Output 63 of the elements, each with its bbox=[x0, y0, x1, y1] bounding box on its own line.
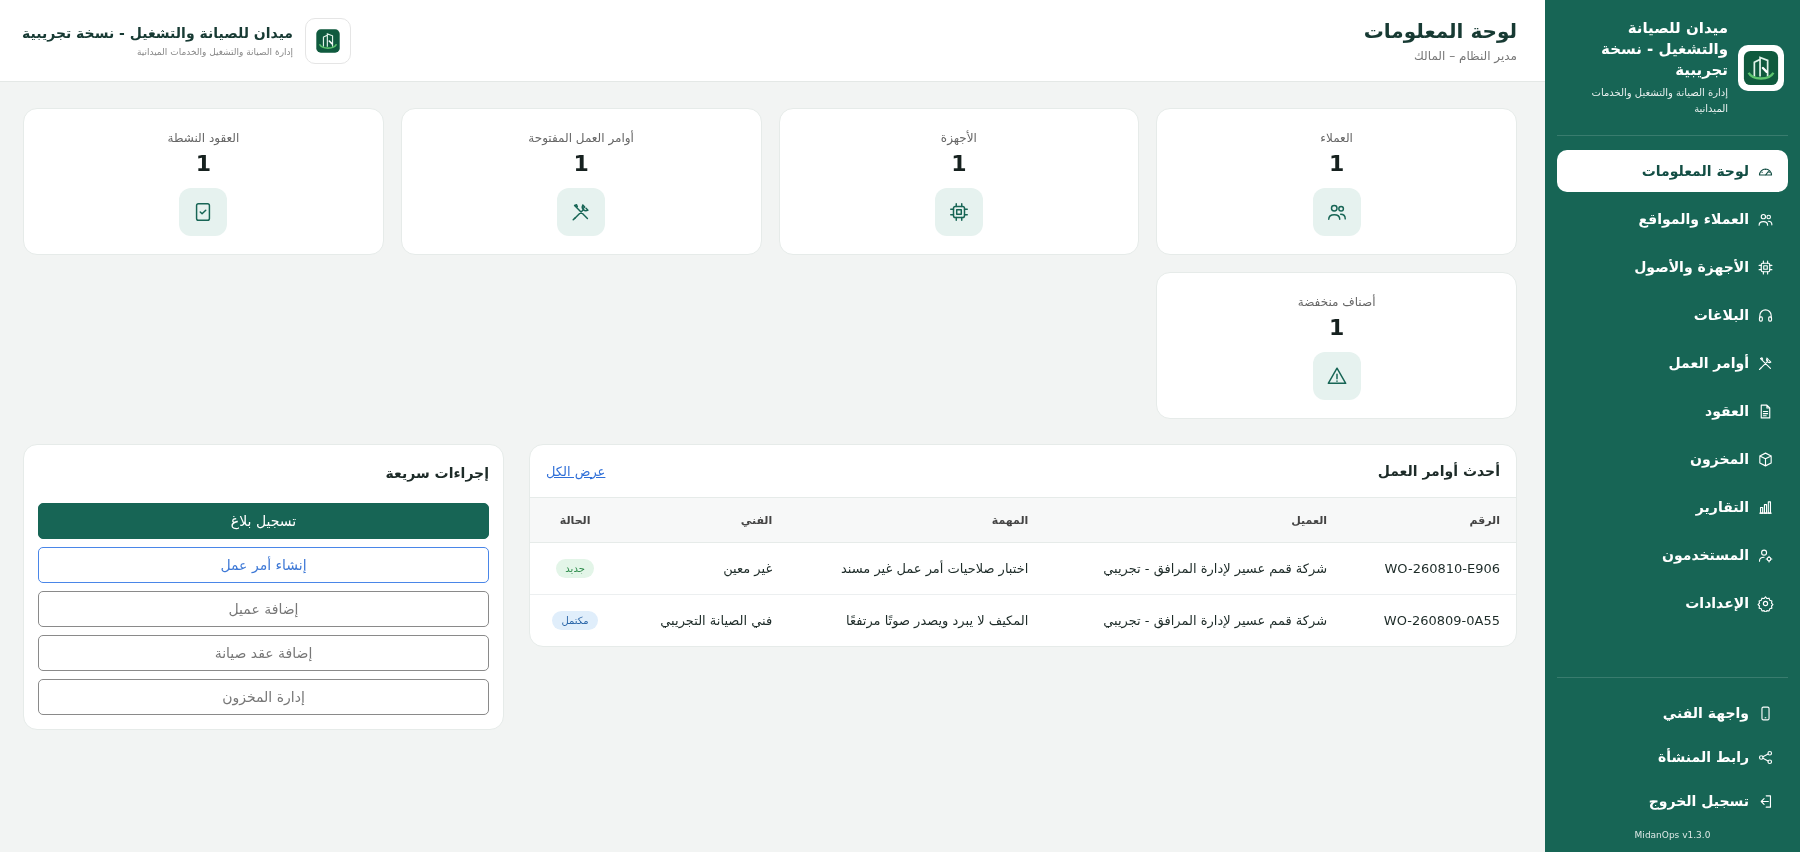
nav-item[interactable]: لوحة المعلومات bbox=[1557, 150, 1788, 192]
page-title: لوحة المعلومات bbox=[1363, 18, 1517, 43]
nav-item[interactable]: المستخدمون bbox=[1557, 534, 1788, 576]
stat-value: 1 bbox=[1328, 151, 1345, 176]
brand-title: ميدان للصيانة والتشغيل - نسخة تجريبية bbox=[22, 24, 294, 41]
table-cell: WO-260809-0A55 bbox=[1343, 594, 1516, 646]
action-button[interactable]: تسجيل بلاغ bbox=[38, 503, 489, 539]
brand-subtitle: إدارة الصيانة والتشغيل والخدمات الميدانية bbox=[1590, 86, 1728, 116]
logo-icon bbox=[315, 27, 342, 54]
stat-label: العقود النشطة bbox=[167, 131, 240, 145]
view-all-link[interactable]: عرض الكل bbox=[546, 463, 606, 479]
nav-item[interactable]: التقارير bbox=[1557, 486, 1788, 528]
stat-value: 1 bbox=[951, 151, 967, 176]
brand-subtitle: إدارة الصيانة والتشغيل والخدمات الميدانية bbox=[135, 46, 294, 57]
nav-item[interactable]: المخزون bbox=[1557, 438, 1788, 480]
brand-title: ميدان للصيانة والتشغيل - نسخة تجريبية bbox=[1600, 18, 1728, 81]
stat-value: 1 bbox=[1328, 315, 1345, 340]
warning-icon bbox=[1325, 365, 1348, 387]
table-cell: WO-260810-E906 bbox=[1343, 542, 1516, 595]
column-header: الرقم bbox=[1343, 497, 1516, 543]
nav-item[interactable]: العملاء والمواقع bbox=[1557, 198, 1788, 240]
stat-label: الأجهزة bbox=[940, 131, 977, 145]
stat-label: أوامر العمل المفتوحة bbox=[528, 131, 634, 145]
table-cell: فني الصيانة التجريبي bbox=[620, 594, 789, 646]
stat-label: العملاء bbox=[1320, 131, 1353, 145]
tools-icon bbox=[1757, 354, 1774, 372]
nav-item[interactable]: الإعدادات bbox=[1557, 582, 1788, 624]
bar-chart-icon bbox=[1757, 498, 1774, 516]
nav-item[interactable]: العقود bbox=[1557, 390, 1788, 432]
card-title: إجراءات سريعة bbox=[384, 465, 489, 481]
column-header: العميل bbox=[1044, 497, 1344, 543]
action-button[interactable]: إضافة عقد صيانة bbox=[38, 635, 489, 671]
nav-item[interactable]: الأجهزة والأصول bbox=[1557, 246, 1788, 288]
table-cell: غير معين bbox=[620, 542, 789, 595]
table-cell: شركة قمم عسير لإدارة المرافق - تجريبي bbox=[1044, 542, 1344, 595]
page-subtitle: مدير النظام – المالك bbox=[1412, 48, 1517, 63]
stat-label: أصناف منخفضة bbox=[1297, 295, 1376, 309]
nav-item[interactable]: واجهة الفني bbox=[1557, 692, 1788, 734]
nav-item[interactable]: تسجيل الخروج bbox=[1557, 780, 1788, 822]
table-cell: شركة قمم عسير لإدارة المرافق - تجريبي bbox=[1044, 594, 1344, 646]
headset-icon bbox=[1757, 306, 1774, 324]
nav-item[interactable]: أوامر العمل bbox=[1557, 342, 1788, 384]
version-label: MidanOps v1.3.0 bbox=[1633, 829, 1712, 842]
column-header: الحالة bbox=[530, 497, 621, 543]
table-cell: اختبار صلاحيات أمر عمل غير مسند bbox=[788, 542, 1045, 595]
settings-icon bbox=[1757, 594, 1774, 612]
nav-item[interactable]: رابط المنشأة bbox=[1557, 736, 1788, 778]
status-badge: جديد bbox=[556, 559, 594, 578]
action-button[interactable]: إنشاء أمر عمل bbox=[38, 547, 489, 583]
action-button[interactable]: إدارة المخزون bbox=[38, 679, 489, 715]
box-icon bbox=[1757, 450, 1774, 468]
column-header: الفني bbox=[620, 497, 789, 543]
stat-value: 1 bbox=[195, 151, 212, 176]
nav-item[interactable]: البلاغات bbox=[1557, 294, 1788, 336]
card-title: أحدث أوامر العمل bbox=[1377, 463, 1500, 479]
chip-icon bbox=[1757, 258, 1774, 276]
chip-icon bbox=[947, 201, 970, 223]
stat-value: 1 bbox=[573, 151, 589, 176]
share-icon bbox=[1757, 748, 1774, 766]
column-header: المهمة bbox=[788, 497, 1045, 543]
status-badge: مكتمل bbox=[552, 611, 598, 630]
table-cell: المكيف لا يبرد ويصدر صوتًا مرتفعًا bbox=[788, 594, 1045, 646]
action-button[interactable]: إضافة عميل bbox=[38, 591, 489, 627]
